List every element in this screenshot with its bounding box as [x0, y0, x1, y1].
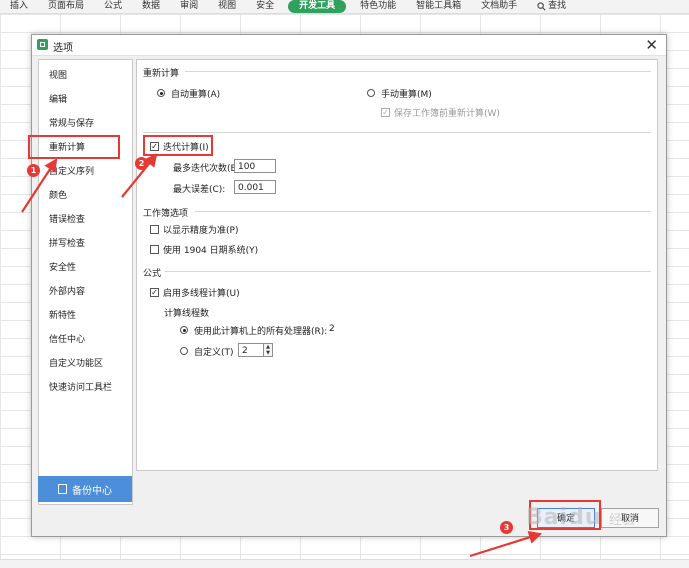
- step-badge-1: 1: [27, 164, 40, 177]
- step-badge-2: 2: [135, 157, 148, 170]
- annotation-arrows: [21, 153, 543, 558]
- watermark-sub: 经验: [609, 513, 636, 528]
- step-badge-3: 3: [500, 521, 513, 534]
- watermark: Baidu: [526, 505, 602, 530]
